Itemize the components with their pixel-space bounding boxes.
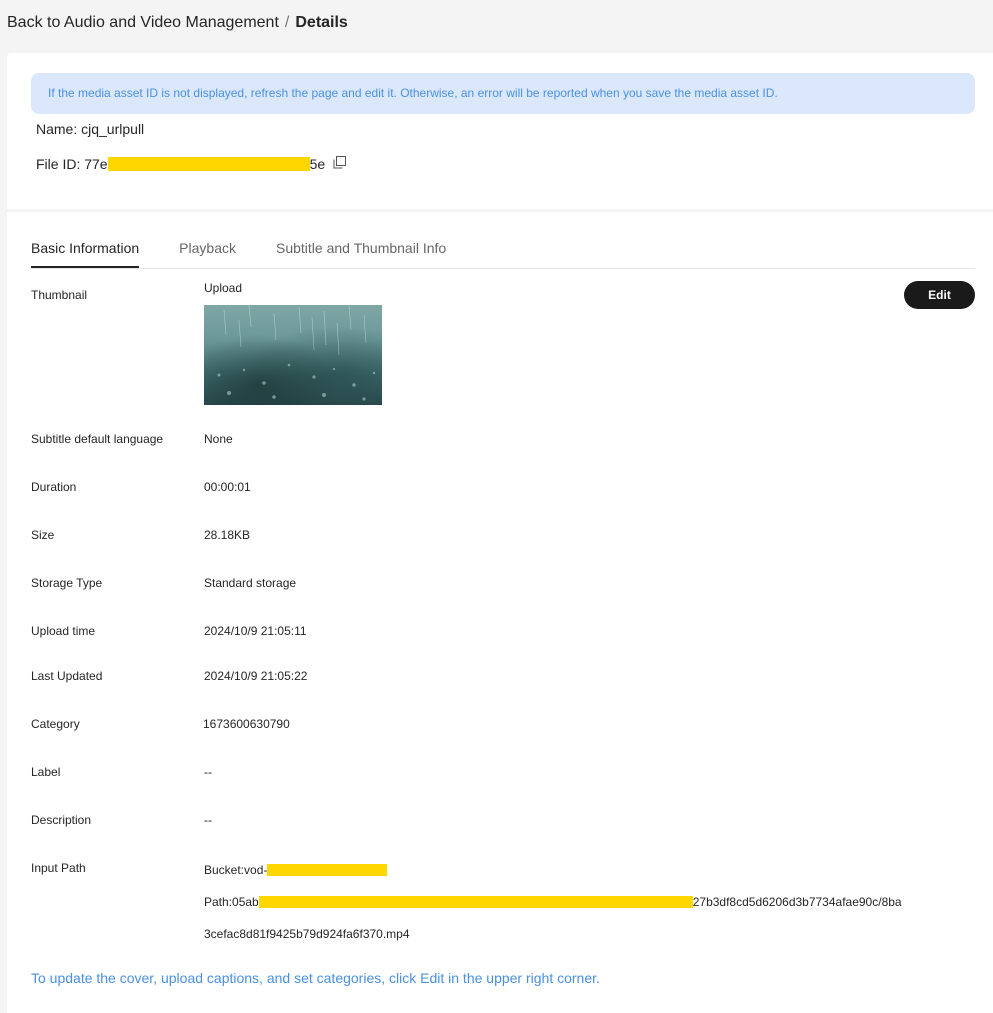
duration-value: 00:00:01 xyxy=(204,480,251,494)
breadcrumb-back-link[interactable]: Back to Audio and Video Management xyxy=(7,14,279,31)
size-label: Size xyxy=(31,528,55,542)
label-label: Label xyxy=(31,765,61,779)
asset-file-id: File ID: 77e 5e xyxy=(36,155,347,172)
last-updated-label: Last Updated xyxy=(31,669,103,683)
file-id-prefix: File ID: 77e xyxy=(36,156,108,172)
page-title: Details xyxy=(295,14,348,31)
last-updated-value: 2024/10/9 21:05:22 xyxy=(204,669,308,683)
category-value: 1673600630790 xyxy=(203,717,290,731)
path-prefix: Path:05ab xyxy=(204,895,259,909)
info-notice: If the media asset ID is not displayed, … xyxy=(31,73,975,114)
tab-basic-information[interactable]: Basic Information xyxy=(31,230,140,268)
redaction-bar xyxy=(107,157,310,171)
redaction-bar xyxy=(267,864,388,876)
description-label: Description xyxy=(31,813,92,827)
category-label: Category xyxy=(31,717,80,731)
upload-time-value: 2024/10/9 21:05:11 xyxy=(204,624,307,638)
redaction-bar xyxy=(258,896,693,908)
duration-label: Duration xyxy=(31,480,77,494)
copy-icon[interactable] xyxy=(333,155,347,169)
description-value: -- xyxy=(204,813,212,827)
path-value: Path:05ab 27b3df8cd5d6206d3b7734afae90c/… xyxy=(204,895,902,909)
tab-playback[interactable]: Playback xyxy=(179,230,236,268)
label-value: -- xyxy=(204,765,212,779)
subtitle-language-label: Subtitle default language xyxy=(31,432,164,446)
path-line-2: 3cefac8d81f9425b79d924fa6f370.mp4 xyxy=(204,927,410,941)
asset-name: Name: cjq_urlpull xyxy=(36,121,145,137)
upload-link[interactable]: Upload xyxy=(204,281,242,295)
storage-type-label: Storage Type xyxy=(31,576,103,590)
thumbnail-label: Thumbnail xyxy=(31,288,88,302)
upload-time-label: Upload time xyxy=(31,624,96,638)
details-card: Basic Information Playback Subtitle and … xyxy=(7,212,993,1013)
asset-summary-card: If the media asset ID is not displayed, … xyxy=(7,53,993,209)
bucket-prefix: Bucket:vod- xyxy=(204,863,268,877)
input-path-label: Input Path xyxy=(31,861,86,875)
file-id-suffix: 5e xyxy=(309,156,326,172)
tab-bar: Basic Information Playback Subtitle and … xyxy=(31,230,975,269)
edit-button[interactable]: Edit xyxy=(904,281,975,309)
subtitle-language-value: None xyxy=(204,432,233,446)
thumbnail-image xyxy=(204,305,382,405)
path-suffix: 27b3df8cd5d6206d3b7734afae90c/8ba xyxy=(692,895,902,909)
storage-type-value: Standard storage xyxy=(204,576,297,590)
tab-subtitle-thumbnail[interactable]: Subtitle and Thumbnail Info xyxy=(276,230,446,268)
breadcrumb: Back to Audio and Video Management / Detai… xyxy=(7,14,348,32)
breadcrumb-separator: / xyxy=(284,14,290,31)
bucket-value: Bucket:vod- xyxy=(204,863,388,877)
edit-hint: To update the cover, upload captions, an… xyxy=(31,970,600,986)
size-value: 28.18KB xyxy=(204,528,251,542)
